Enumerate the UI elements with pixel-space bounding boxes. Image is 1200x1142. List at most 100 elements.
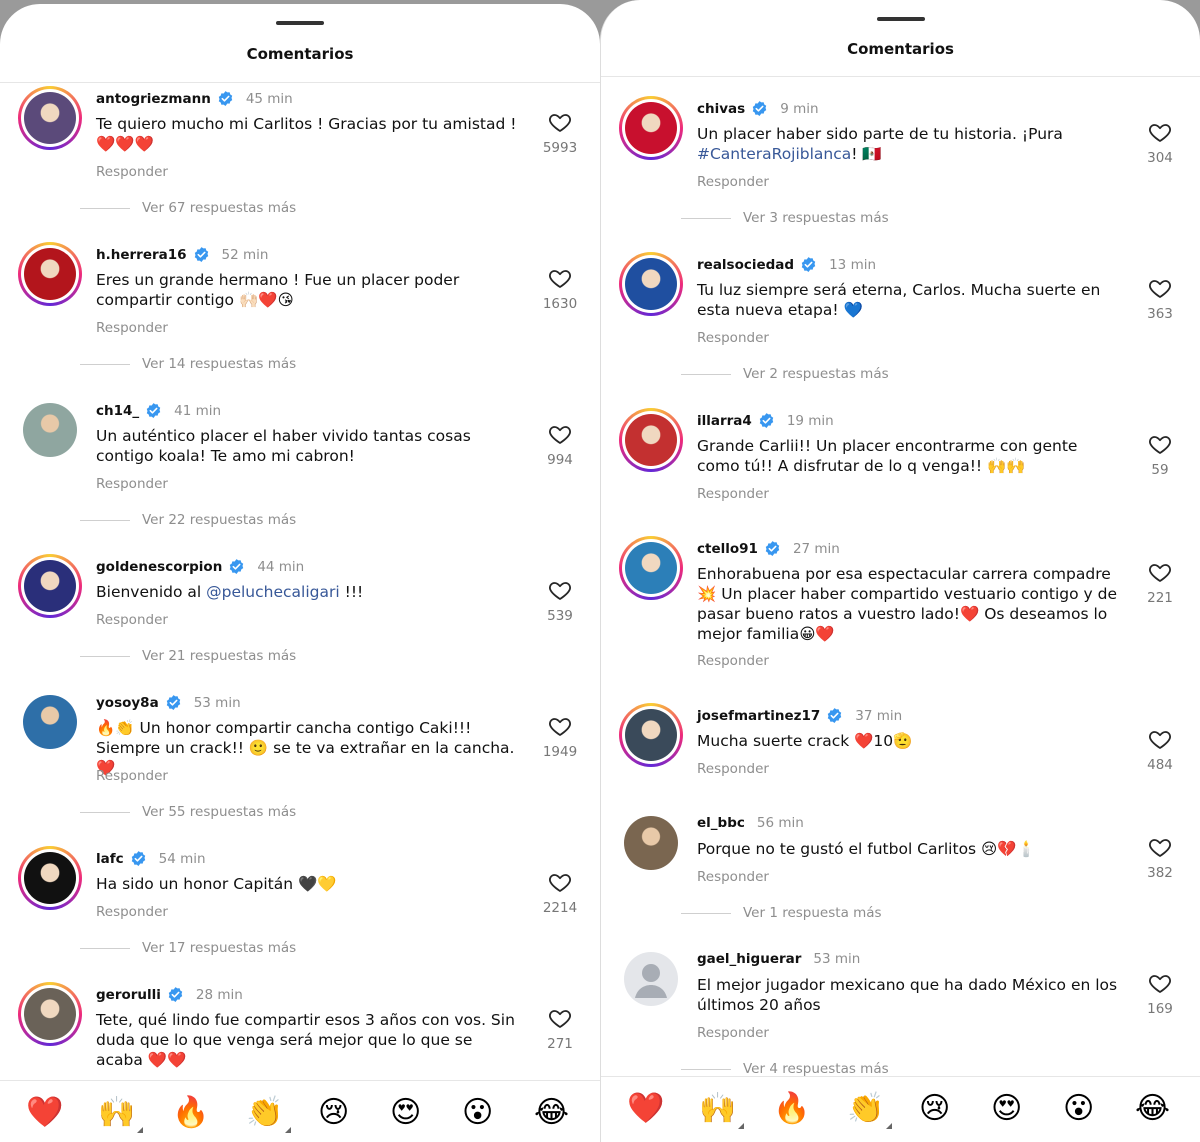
view-more-replies-button[interactable]: Ver 21 respuestas más xyxy=(80,648,296,664)
username-link[interactable]: josefmartinez17 xyxy=(697,708,820,724)
heart-outline-icon[interactable] xyxy=(1148,971,1172,995)
view-more-replies-button[interactable]: Ver 17 respuestas más xyxy=(80,940,296,956)
username-link[interactable]: gerorulli xyxy=(96,987,161,1003)
view-more-replies-button[interactable]: Ver 3 respuestas más xyxy=(681,210,889,226)
reply-button[interactable]: Responder xyxy=(697,761,769,777)
reply-button[interactable]: Responder xyxy=(96,320,168,336)
heart-emoji-button[interactable]: ❤️ xyxy=(26,1095,63,1131)
heart-outline-icon[interactable] xyxy=(548,1006,572,1030)
story-ring xyxy=(21,985,79,1043)
reply-button[interactable]: Responder xyxy=(697,174,769,190)
view-more-replies-button[interactable]: Ver 67 respuestas más xyxy=(80,200,296,216)
view-more-replies-button[interactable]: Ver 1 respuesta más xyxy=(681,905,882,921)
username-link[interactable]: antogriezmann xyxy=(96,91,211,107)
avatar[interactable] xyxy=(619,703,683,767)
fire-emoji-button[interactable]: 🔥 xyxy=(773,1091,810,1127)
surprised-emoji-button[interactable]: 😮 xyxy=(1063,1091,1094,1127)
avatar[interactable] xyxy=(18,846,82,910)
mention-link[interactable]: #CanteraRojiblanca xyxy=(697,145,851,163)
heart-outline-icon[interactable] xyxy=(1148,120,1172,144)
avatar[interactable] xyxy=(619,947,683,1011)
sheet-title: Comentarios xyxy=(246,45,354,63)
avatar[interactable] xyxy=(18,398,82,462)
crying-emoji-button[interactable]: 😢 xyxy=(318,1095,349,1131)
avatar[interactable] xyxy=(619,811,683,875)
avatar[interactable] xyxy=(18,982,82,1046)
laughing-emoji-button[interactable]: 😂 xyxy=(1135,1091,1170,1127)
clap-emoji-button[interactable]: 👏 xyxy=(847,1091,893,1129)
comment-item: josefmartinez17 37 min Mucha suerte crack … xyxy=(601,703,1200,827)
heart-outline-icon[interactable] xyxy=(548,578,572,602)
drag-handle[interactable] xyxy=(276,21,324,25)
verified-badge-icon xyxy=(145,402,162,419)
reply-button[interactable]: Responder xyxy=(96,768,168,784)
avatar[interactable] xyxy=(18,242,82,306)
heart-outline-icon[interactable] xyxy=(548,110,572,134)
laughing-emoji-button[interactable]: 😂 xyxy=(534,1095,569,1131)
view-more-replies-button[interactable]: Ver 55 respuestas más xyxy=(80,804,296,820)
comments-sheet-left: Comentarios antogriezmann 45 min Te quiero… xyxy=(0,4,600,1142)
username-link[interactable]: realsociedad xyxy=(697,257,794,273)
mention-link[interactable]: @peluchecaligari xyxy=(206,583,340,601)
avatar[interactable] xyxy=(619,252,683,316)
heart-emoji-button[interactable]: ❤️ xyxy=(627,1091,664,1127)
username-link[interactable]: gael_higuerar xyxy=(697,951,801,967)
emoji-glyph: 👏 xyxy=(847,1091,885,1126)
heart-outline-icon[interactable] xyxy=(548,714,572,738)
username-link[interactable]: ch14_ xyxy=(96,403,139,419)
fire-emoji-button[interactable]: 🔥 xyxy=(172,1095,209,1131)
username-link[interactable]: lafc xyxy=(96,851,124,867)
header-divider xyxy=(0,82,600,83)
reply-button[interactable]: Responder xyxy=(697,330,769,346)
like-count: 539 xyxy=(547,608,573,624)
view-more-replies-button[interactable]: Ver 2 respuestas más xyxy=(681,366,889,382)
raising-hands-emoji-button[interactable]: 🙌 xyxy=(98,1095,144,1133)
view-more-replies-button[interactable]: Ver 4 respuestas más xyxy=(681,1061,889,1077)
verified-badge-icon xyxy=(228,558,245,575)
username-link[interactable]: ctello91 xyxy=(697,541,758,557)
username-link[interactable]: el_bbc xyxy=(697,815,745,831)
comment-timestamp: 45 min xyxy=(245,90,293,107)
raising-hands-emoji-button[interactable]: 🙌 xyxy=(699,1091,745,1129)
comment-timestamp: 37 min xyxy=(855,707,903,724)
reply-button[interactable]: Responder xyxy=(96,612,168,628)
heart-outline-icon[interactable] xyxy=(1148,560,1172,584)
heart-outline-icon[interactable] xyxy=(1148,727,1172,751)
avatar[interactable] xyxy=(619,408,683,472)
username-link[interactable]: yosoy8a xyxy=(96,695,159,711)
surprised-emoji-button[interactable]: 😮 xyxy=(462,1095,493,1131)
reply-button[interactable]: Responder xyxy=(697,1025,769,1041)
heart-eyes-emoji-button[interactable]: 😍 xyxy=(390,1095,421,1131)
crying-emoji-button[interactable]: 😢 xyxy=(919,1091,950,1127)
drag-handle[interactable] xyxy=(876,17,925,21)
username-link[interactable]: goldenescorpion xyxy=(96,559,222,575)
heart-outline-icon[interactable] xyxy=(1148,432,1172,456)
username-link[interactable]: illarra4 xyxy=(697,413,752,429)
reply-button[interactable]: Responder xyxy=(697,869,769,885)
reply-button[interactable]: Responder xyxy=(96,904,168,920)
heart-outline-icon[interactable] xyxy=(1148,276,1172,300)
avatar[interactable] xyxy=(619,96,683,160)
view-more-replies-button[interactable]: Ver 22 respuestas más xyxy=(80,512,296,528)
heart-outline-icon[interactable] xyxy=(548,422,572,446)
avatar[interactable] xyxy=(619,536,683,600)
avatar[interactable] xyxy=(18,690,82,754)
view-more-replies-button[interactable]: Ver 14 respuestas más xyxy=(80,356,296,372)
username-link[interactable]: chivas xyxy=(697,101,745,117)
reply-button[interactable]: Responder xyxy=(697,486,769,502)
heart-eyes-emoji-button[interactable]: 😍 xyxy=(991,1091,1022,1127)
username-link[interactable]: h.herrera16 xyxy=(96,247,187,263)
reply-button[interactable]: Responder xyxy=(96,476,168,492)
heart-outline-icon[interactable] xyxy=(1148,835,1172,859)
heart-outline-icon[interactable] xyxy=(548,870,572,894)
heart-outline-icon[interactable] xyxy=(548,266,572,290)
header-divider xyxy=(601,76,1200,77)
avatar[interactable] xyxy=(18,86,82,150)
avatar[interactable] xyxy=(18,554,82,618)
reply-button[interactable]: Responder xyxy=(697,653,769,669)
emoji-glyph: 😂 xyxy=(534,1095,570,1130)
story-ring xyxy=(622,99,680,157)
verified-badge-icon xyxy=(758,412,775,429)
reply-button[interactable]: Responder xyxy=(96,164,168,180)
clap-emoji-button[interactable]: 👏 xyxy=(246,1095,292,1133)
